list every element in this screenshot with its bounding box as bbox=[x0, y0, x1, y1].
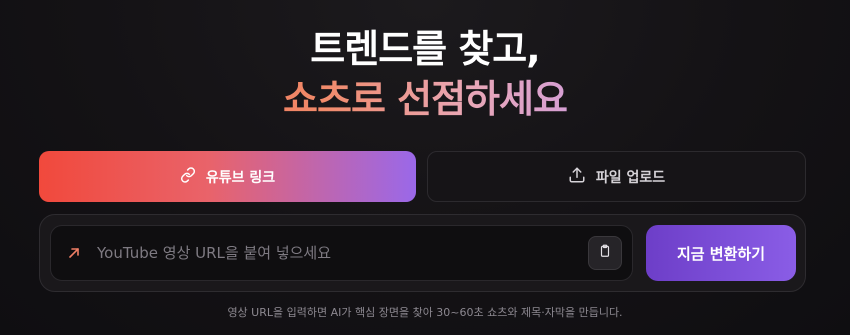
clipboard-icon bbox=[598, 243, 612, 263]
helper-text: 영상 URL을 입력하면 AI가 핵심 장면을 찾아 30~60초 쇼츠와 제목… bbox=[227, 306, 623, 319]
tab-file-upload-label: 파일 업로드 bbox=[595, 169, 666, 186]
url-input-box bbox=[50, 225, 633, 281]
convert-button-label: 지금 변환하기 bbox=[676, 244, 766, 263]
paste-button[interactable] bbox=[588, 236, 622, 270]
arrow-up-right-icon bbox=[51, 245, 97, 261]
upload-icon bbox=[568, 166, 586, 188]
tab-youtube-link-label: 유튜브 링크 bbox=[205, 169, 276, 186]
tab-file-upload[interactable]: 파일 업로드 bbox=[427, 151, 806, 202]
url-input-panel: 지금 변환하기 bbox=[39, 214, 806, 292]
source-tabs: 유튜브 링크 파일 업로드 bbox=[39, 151, 806, 202]
tab-youtube-link[interactable]: 유튜브 링크 bbox=[39, 151, 416, 202]
hero-title-line2: 쇼츠로 선점하세요 bbox=[0, 68, 850, 123]
link-icon bbox=[180, 166, 196, 187]
url-input[interactable] bbox=[97, 226, 588, 280]
hero-title-line1: 트렌드를 찾고, bbox=[310, 27, 540, 71]
convert-button[interactable]: 지금 변환하기 bbox=[646, 225, 796, 281]
